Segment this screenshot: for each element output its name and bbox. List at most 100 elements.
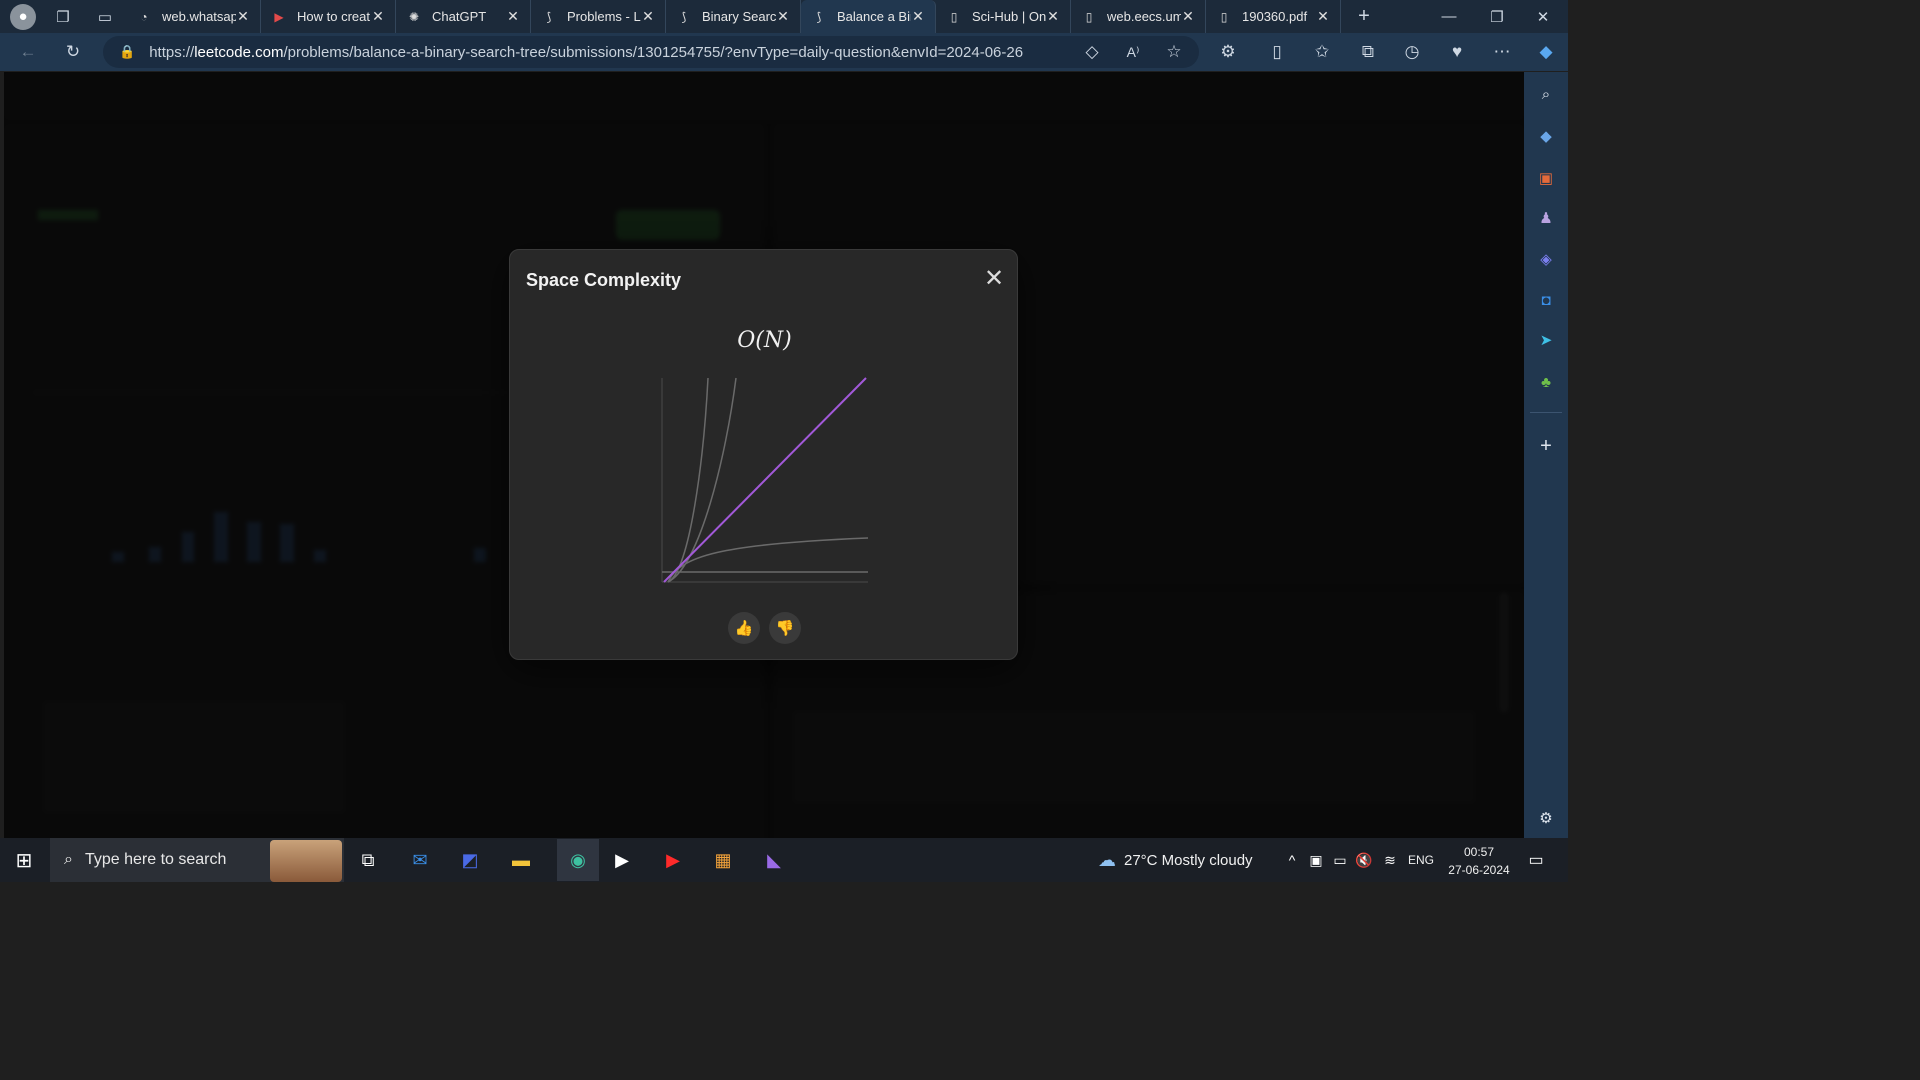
whatsapp-icon: ◔	[140, 9, 148, 24]
visual-studio-icon[interactable]: ◣	[760, 846, 788, 874]
mail-icon[interactable]: ✉	[406, 846, 434, 874]
wifi-icon[interactable]: ≋	[1376, 846, 1404, 874]
close-tab-icon[interactable]: ✕	[236, 8, 250, 25]
leetcode-icon: ⟆	[546, 9, 552, 24]
close-tab-icon[interactable]: ✕	[371, 8, 385, 25]
copilot-icon[interactable]: ◆	[1534, 40, 1558, 64]
weather-widget[interactable]: ☁ 27°C Mostly cloudy	[1098, 850, 1253, 871]
exponential-curve	[667, 377, 709, 583]
extensions-icon[interactable]: ⚙	[1216, 40, 1240, 64]
media-player-icon[interactable]: ▶	[608, 846, 636, 874]
tab-title: Sci-Hub | On	[972, 9, 1046, 24]
close-tab-icon[interactable]: ✕	[1316, 8, 1330, 25]
performance-icon[interactable]: ♥	[1445, 40, 1469, 64]
lock-icon: 🔒	[119, 44, 136, 59]
tab-8[interactable]: ▯ 190360.pdf ✕	[1206, 0, 1341, 33]
page-icon: ▯	[1085, 9, 1093, 24]
page-icon: ▯	[950, 9, 958, 24]
notifications-icon[interactable]: ▭	[1522, 846, 1550, 874]
send-icon[interactable]: ➤	[1534, 328, 1558, 352]
tab-0[interactable]: ◔ web.whatsapp✕	[126, 0, 261, 33]
close-tab-icon[interactable]: ✕	[776, 8, 790, 25]
language-indicator[interactable]: ENG	[1408, 853, 1434, 867]
space-complexity-dialog: Space Complexity ✕ O(N) 👍 👎	[509, 249, 1018, 660]
add-sidebar-app-icon[interactable]: +	[1534, 434, 1558, 458]
url-path: /problems/balance-a-binary-search-tree/s…	[283, 43, 1024, 61]
search-placeholder: Type here to search	[84, 851, 227, 868]
clock-time: 00:57	[1463, 845, 1495, 859]
url-prefix: https://	[149, 43, 195, 61]
favorites-icon[interactable]: ✩	[1310, 40, 1334, 64]
search-icon[interactable]: ⌕	[1534, 82, 1558, 106]
dialog-title: Space Complexity	[526, 270, 682, 290]
close-tab-icon[interactable]: ✕	[641, 8, 655, 25]
close-tab-icon[interactable]: ✕	[1181, 8, 1195, 25]
tab-1[interactable]: ▶ How to creat ✕	[261, 0, 396, 33]
back-icon[interactable]: ←	[16, 40, 40, 64]
youtube-icon: ▶	[274, 9, 284, 24]
refresh-icon[interactable]: ↻	[61, 40, 85, 64]
leetcode-icon: ⟆	[681, 9, 687, 24]
tab-4[interactable]: ⟆ Binary Search ✕	[666, 0, 801, 33]
shopping-tag-icon[interactable]: ◆	[1534, 124, 1558, 148]
close-tab-icon[interactable]: ✕	[911, 8, 925, 25]
complexity-value: O(N)	[737, 328, 792, 353]
tab-2[interactable]: ✺ ChatGPT ✕	[396, 0, 531, 33]
tree-icon[interactable]: ♣	[1534, 370, 1558, 394]
profile-avatar[interactable]: ●	[10, 3, 36, 30]
clock-date: 27-06-2024	[1448, 863, 1510, 877]
split-screen-icon[interactable]: ▯	[1265, 40, 1289, 64]
outlook-icon[interactable]: ◘	[1534, 288, 1558, 312]
edge-browser-icon[interactable]: ◉	[557, 839, 599, 881]
sidebar-settings-icon[interactable]: ⚙	[1534, 806, 1558, 830]
tab-actions-icon[interactable]: ▭	[94, 6, 116, 28]
quadratic-curve	[667, 377, 737, 583]
weather-text: 27°C Mostly cloudy	[1124, 852, 1253, 869]
thumbs-up-button[interactable]: 👍	[728, 612, 760, 644]
favorite-star-icon[interactable]: ☆	[1162, 40, 1186, 64]
close-tab-icon[interactable]: ✕	[1046, 8, 1060, 25]
close-window-button[interactable]: ✕	[1532, 6, 1554, 28]
log-curve	[667, 537, 869, 583]
volume-muted-icon[interactable]: 🔇	[1350, 846, 1378, 874]
tab-title: ChatGPT	[432, 9, 487, 24]
restore-button[interactable]: ❐	[1486, 6, 1508, 28]
tab-5[interactable]: ⟆ Balance a Bin ✕	[801, 0, 936, 33]
tab-title: Balance a Bin	[837, 9, 911, 24]
windows-start-icon[interactable]: ⊞	[10, 846, 38, 874]
address-bar[interactable]: 🔒 https://leetcode.com/problems/balance-…	[103, 36, 1199, 68]
tab-3[interactable]: ⟆ Problems - L ✕	[531, 0, 666, 33]
collections-icon[interactable]: ⧉	[1356, 40, 1380, 64]
pdf-icon: ▯	[1220, 9, 1228, 24]
app-icon-blue[interactable]: ◩	[456, 846, 484, 874]
tag-icon[interactable]: ◇	[1080, 40, 1104, 64]
history-icon[interactable]: ◷	[1400, 40, 1424, 64]
sidebar-divider	[1530, 412, 1562, 413]
new-tab-button[interactable]: +	[1353, 5, 1375, 28]
thumbs-down-button[interactable]: 👎	[769, 612, 801, 644]
tab-title: web.eecs.um	[1107, 9, 1181, 24]
tab-6[interactable]: ▯ Sci-Hub | On ✕	[936, 0, 1071, 33]
tab-title: 190360.pdf	[1242, 9, 1308, 24]
tab-title: Problems - L	[567, 9, 641, 24]
store-icon[interactable]: ▦	[709, 846, 737, 874]
close-tab-icon[interactable]: ✕	[506, 8, 520, 25]
tools-briefcase-icon[interactable]: ▣	[1534, 166, 1558, 190]
linear-curve-highlight	[663, 377, 867, 583]
file-explorer-icon[interactable]: ▬	[507, 846, 535, 874]
tab-7[interactable]: ▯ web.eecs.um ✕	[1071, 0, 1206, 33]
search-highlight-image	[270, 840, 342, 882]
workspaces-icon[interactable]: ❐	[52, 6, 74, 28]
close-icon[interactable]: ✕	[982, 267, 1006, 292]
task-view-icon[interactable]: ⧉	[354, 846, 382, 874]
copilot-apps-icon[interactable]: ◈	[1534, 247, 1558, 271]
youtube-icon[interactable]: ▶	[659, 846, 687, 874]
clock[interactable]: 00:57 27-06-2024	[1444, 843, 1514, 879]
openai-icon: ✺	[408, 9, 420, 24]
url-host: leetcode.com	[194, 43, 284, 61]
read-aloud-icon[interactable]: A⁾	[1121, 40, 1145, 64]
people-icon[interactable]: ♟	[1534, 206, 1558, 230]
minimize-button[interactable]: —	[1438, 6, 1460, 28]
tab-title: How to creat	[297, 9, 370, 24]
more-menu-icon[interactable]: ⋯	[1490, 40, 1514, 64]
